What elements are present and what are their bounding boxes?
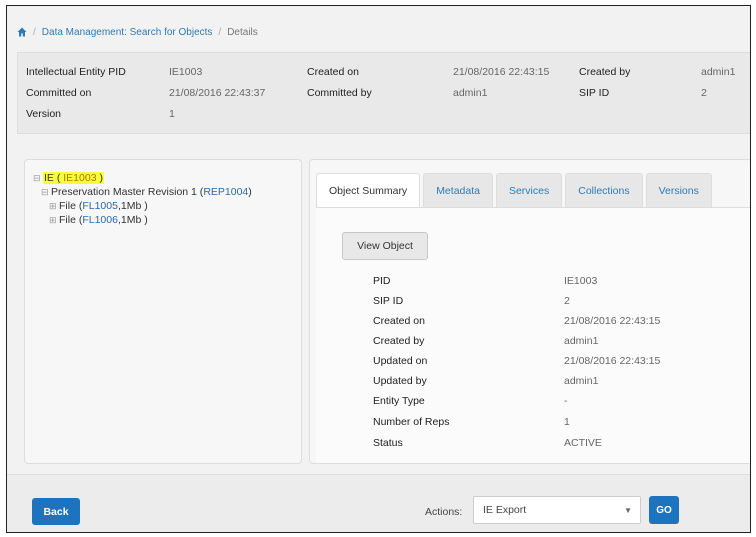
property-value: admin1: [564, 375, 599, 387]
created-by-label: Created by: [579, 66, 631, 78]
property-value: ACTIVE: [564, 437, 602, 449]
tree-node-suffix: ): [96, 172, 103, 184]
file-link[interactable]: FL1006: [82, 214, 118, 226]
committed-by-label: Committed by: [307, 87, 372, 99]
property-label: Number of Reps: [373, 416, 450, 428]
rep-link[interactable]: REP1004: [203, 186, 248, 198]
object-summary-content: View Object PID IE1003 SIP ID 2 Created …: [316, 207, 750, 463]
details-panel: Object Summary Metadata Services Collect…: [309, 159, 750, 464]
created-on-value: 21/08/2016 22:43:15: [453, 66, 550, 78]
committed-on-value: 21/08/2016 22:43:37: [169, 87, 266, 99]
property-label: SIP ID: [373, 295, 404, 307]
property-label: Created on: [373, 315, 425, 327]
property-label: Status: [373, 437, 403, 449]
actions-label: Actions:: [425, 506, 463, 518]
ie-pid-value: IE1003: [169, 66, 203, 78]
committed-on-label: Committed on: [26, 87, 92, 99]
breadcrumb-separator: /: [33, 26, 36, 38]
property-label: Created by: [373, 335, 425, 347]
view-object-button[interactable]: View Object: [342, 232, 428, 260]
expand-icon[interactable]: ⊞: [49, 201, 57, 212]
tree-node-ie[interactable]: ⊟ IE ( IE1003 ): [33, 171, 293, 185]
action-bar: Back Actions: IE Export ▼ GO: [7, 474, 750, 532]
property-value: -: [564, 395, 568, 407]
app-frame: / Data Management: Search for Objects / …: [6, 5, 751, 533]
property-label: Updated by: [373, 375, 427, 387]
tree-node-suffix: ): [248, 186, 252, 198]
object-tree: ⊟ IE ( IE1003 ) ⊟ Preservation Master Re…: [24, 159, 302, 464]
sip-id-value: 2: [701, 87, 707, 99]
breadcrumb-current: Details: [227, 26, 258, 38]
tree-node-prefix: File (: [59, 200, 83, 212]
home-icon[interactable]: [17, 27, 27, 37]
go-button[interactable]: GO: [649, 496, 679, 524]
committed-by-value: admin1: [453, 87, 488, 99]
property-value: 2: [564, 295, 570, 307]
actions-select[interactable]: IE Export ▼: [473, 496, 641, 524]
created-by-value: admin1: [701, 66, 736, 78]
tree-node-rep[interactable]: ⊟ Preservation Master Revision 1 ( REP10…: [33, 185, 293, 199]
entity-info-panel: Intellectual Entity PID IE1003 Committed…: [17, 52, 750, 134]
file-link[interactable]: FL1005: [82, 200, 118, 212]
tree-node-file[interactable]: ⊞ File ( FL1006 ,1Mb ): [33, 213, 293, 227]
ie-link[interactable]: IE1003: [63, 172, 96, 184]
property-value: 1: [564, 416, 570, 428]
property-label: Entity Type: [373, 395, 425, 407]
tree-node-suffix: ,1Mb ): [117, 200, 148, 212]
tab-metadata[interactable]: Metadata: [423, 173, 493, 207]
property-value: IE1003: [564, 275, 598, 287]
actions-selected-value: IE Export: [483, 504, 527, 516]
tree-node-prefix: Preservation Master Revision 1 (: [51, 186, 204, 198]
tab-services[interactable]: Services: [495, 173, 563, 207]
sip-id-label: SIP ID: [579, 87, 610, 99]
expand-icon[interactable]: ⊞: [49, 215, 57, 226]
collapse-icon[interactable]: ⊟: [41, 187, 49, 198]
chevron-down-icon: ▼: [624, 506, 632, 515]
property-label: Updated on: [373, 355, 428, 367]
tree-node-label: IE ( IE1003 ): [43, 172, 104, 184]
tree-node-prefix: File (: [59, 214, 83, 226]
version-label: Version: [26, 108, 62, 120]
ie-pid-label: Intellectual Entity PID: [26, 66, 126, 78]
breadcrumb: / Data Management: Search for Objects / …: [17, 12, 747, 52]
property-label: PID: [373, 275, 391, 287]
tab-bar: Object Summary Metadata Services Collect…: [316, 173, 750, 207]
property-value: 21/08/2016 22:43:15: [564, 315, 661, 327]
tab-collections[interactable]: Collections: [565, 173, 643, 207]
tree-node-file[interactable]: ⊞ File ( FL1005 ,1Mb ): [33, 199, 293, 213]
tree-node-suffix: ,1Mb ): [117, 214, 148, 226]
tab-object-summary[interactable]: Object Summary: [316, 173, 421, 207]
version-value: 1: [169, 108, 175, 120]
created-on-label: Created on: [307, 66, 359, 78]
property-value: admin1: [564, 335, 599, 347]
property-value: 21/08/2016 22:43:15: [564, 355, 661, 367]
collapse-icon[interactable]: ⊟: [33, 173, 41, 184]
tree-node-prefix: IE (: [44, 172, 64, 184]
breadcrumb-link-search[interactable]: Data Management: Search for Objects: [42, 27, 213, 38]
back-button[interactable]: Back: [32, 498, 80, 525]
breadcrumb-separator: /: [218, 26, 222, 38]
tab-versions[interactable]: Versions: [645, 173, 712, 207]
